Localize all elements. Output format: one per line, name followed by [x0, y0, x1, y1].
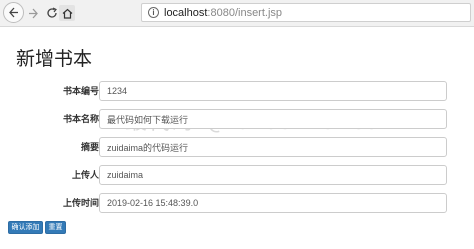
forward-arrow-icon [28, 8, 38, 18]
back-arrow-icon [9, 7, 18, 18]
home-icon [62, 8, 72, 19]
book-name-input[interactable] [99, 109, 447, 129]
url-text: localhost:8080/insert.jsp [164, 6, 282, 20]
back-button[interactable] [3, 2, 24, 23]
upload-time-input[interactable] [99, 193, 447, 213]
book-id-label: 书本编号: [63, 86, 102, 96]
url-host: localhost [164, 7, 208, 19]
summary-label: 摘要: [81, 142, 102, 152]
info-icon[interactable]: i [148, 7, 159, 18]
uploader-label: 上传人: [72, 170, 102, 180]
page-title: 新增书本 [16, 49, 93, 70]
reload-icon [47, 7, 57, 18]
book-id-input[interactable] [99, 81, 447, 101]
browser-toolbar: i localhost:8080/insert.jsp [0, 0, 474, 27]
home-button[interactable] [59, 5, 75, 21]
upload-time-label: 上传时间: [63, 198, 102, 208]
address-bar[interactable]: i localhost:8080/insert.jsp [141, 3, 471, 22]
submit-button[interactable]: 确认添加 [8, 221, 43, 234]
reset-button[interactable]: 重置 [45, 221, 66, 234]
uploader-input[interactable] [99, 165, 447, 185]
url-path: :8080/insert.jsp [207, 7, 283, 19]
summary-input[interactable] [99, 137, 447, 157]
book-name-label: 书本名称: [63, 114, 102, 124]
forward-button[interactable] [23, 3, 43, 23]
